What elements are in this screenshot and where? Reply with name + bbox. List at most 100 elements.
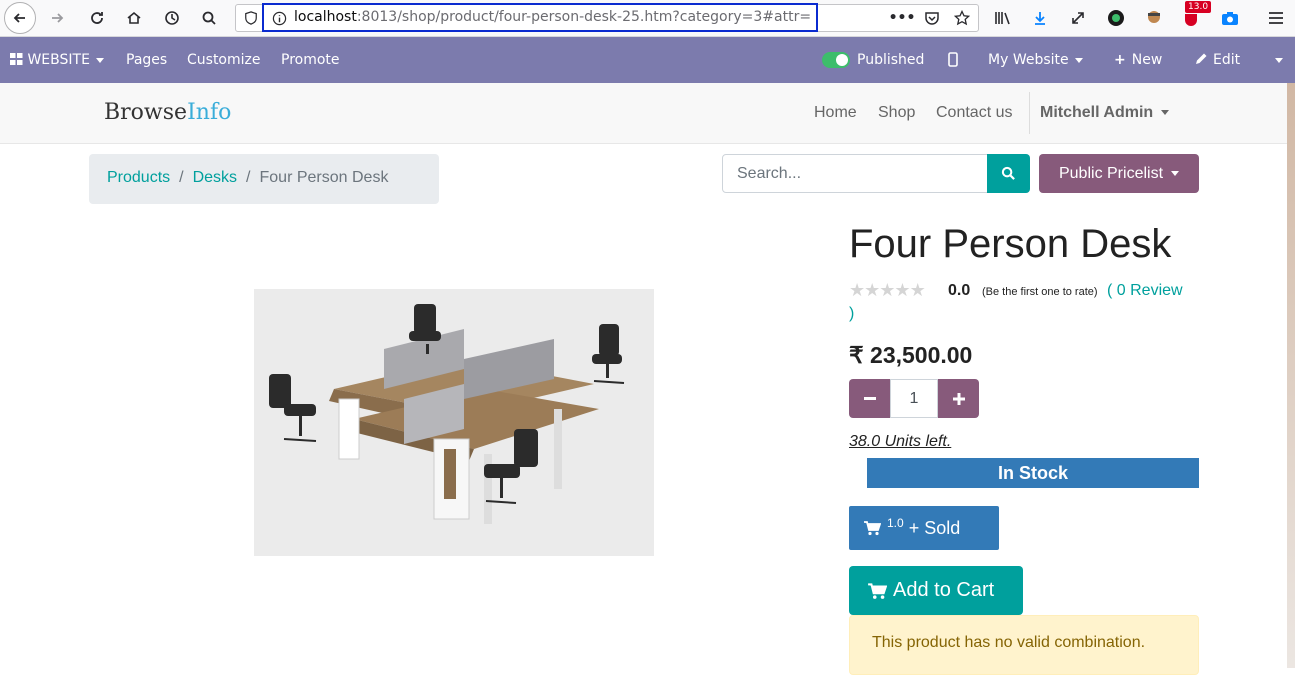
search-icon (1001, 166, 1015, 180)
pages-menu[interactable]: Pages (126, 52, 167, 68)
published-label[interactable]: Published (857, 52, 924, 68)
pencil-icon (1196, 53, 1207, 64)
extension-dark-icon[interactable] (1105, 8, 1127, 28)
extension-badge: 13.0 (1185, 1, 1212, 13)
browser-toolbar: localhost:8013/shop/product/four-person-… (0, 0, 1295, 37)
expand-icon[interactable] (1067, 8, 1089, 28)
breadcrumb-desks[interactable]: Desks (193, 169, 237, 186)
site-logo[interactable]: BrowseInfo (104, 100, 231, 125)
star-icon: ★ (849, 280, 865, 301)
plus-icon: + (1114, 52, 1126, 68)
back-arrow-icon (13, 13, 25, 23)
url-text[interactable]: localhost:8013/shop/product/four-person-… (294, 9, 811, 25)
stock-status-label: In Stock (997, 462, 1068, 483)
extension-avatar-icon[interactable] (1143, 8, 1165, 28)
sold-label: + Sold (908, 517, 961, 538)
star-icon: ★ (909, 280, 926, 301)
odoo-website-bar: WEBSITE Pages Customize Promote Publishe… (0, 37, 1295, 83)
star-icon: ★ (864, 280, 880, 301)
user-menu[interactable]: Mitchell Admin (1040, 104, 1170, 122)
customize-menu[interactable]: Customize (187, 52, 261, 68)
search-button[interactable] (987, 154, 1030, 193)
product-image[interactable] (254, 289, 654, 556)
edit-button[interactable]: Edit (1195, 52, 1240, 68)
home-button[interactable] (119, 4, 149, 32)
nav-contact[interactable]: Contact us (936, 104, 1012, 122)
shield-icon[interactable] (240, 8, 262, 28)
no-combination-alert: This product has no valid combination. (849, 615, 1199, 675)
chevron-down-icon (95, 57, 104, 63)
back-button[interactable] (4, 2, 36, 34)
reload-icon (91, 12, 103, 24)
cart-icon (864, 521, 881, 536)
forward-arrow-icon (52, 13, 64, 23)
info-icon[interactable] (268, 8, 290, 28)
nav-home[interactable]: Home (814, 104, 857, 122)
breadcrumb: Products / Desks / Four Person Desk (89, 154, 439, 204)
new-label: New (1131, 52, 1163, 68)
history-button[interactable] (157, 4, 187, 32)
options-menu[interactable] (1269, 52, 1283, 68)
product-title: Four Person Desk (849, 222, 1172, 266)
add-to-cart-button[interactable]: Add to Cart (849, 566, 1023, 615)
quantity-input[interactable] (890, 379, 938, 418)
mobile-icon (948, 52, 958, 67)
library-icon[interactable] (992, 8, 1014, 28)
review-link[interactable]: ( 0 Review (1107, 282, 1183, 300)
mobile-preview-button[interactable] (948, 52, 958, 71)
chevron-down-icon (1171, 171, 1180, 176)
pricelist-label: Public Pricelist (1058, 164, 1164, 182)
star-icon: ★ (894, 280, 910, 301)
new-button[interactable]: + New (1114, 52, 1162, 68)
review-link-close[interactable]: ) (849, 305, 854, 323)
sold-count: 1.0 (887, 516, 904, 530)
minus-icon (863, 396, 876, 400)
add-to-cart-label: Add to Cart (893, 579, 995, 601)
logo-accent-text: Info (187, 100, 232, 125)
sold-button[interactable]: 1.0 + Sold (849, 506, 999, 550)
url-path: :8013/shop/product/four-person-desk-25.h… (356, 9, 812, 25)
website-menu-label: WEBSITE (27, 52, 90, 68)
hamburger-menu-icon[interactable] (1265, 8, 1287, 28)
breadcrumb-separator: / (246, 169, 251, 186)
promote-menu[interactable]: Promote (281, 52, 340, 68)
breadcrumb-products[interactable]: Products (107, 169, 170, 186)
my-website-label: My Website (988, 52, 1069, 68)
website-menu[interactable]: WEBSITE (10, 52, 104, 68)
reload-button[interactable] (82, 4, 112, 32)
home-icon (127, 11, 141, 24)
stock-status-bar: In Stock (867, 458, 1199, 488)
chevron-down-icon (1275, 57, 1283, 63)
bookmark-star-icon[interactable] (951, 8, 973, 28)
camera-icon[interactable] (1219, 8, 1241, 28)
search-input[interactable] (722, 154, 988, 193)
user-name: Mitchell Admin (1040, 104, 1154, 121)
rating-note: (Be the first one to rate) (982, 286, 1098, 298)
alert-text: This product has no valid combination. (872, 634, 1146, 651)
pricelist-dropdown[interactable]: Public Pricelist (1039, 154, 1199, 193)
quantity-decrease-button[interactable] (849, 379, 890, 418)
url-host: localhost (294, 9, 357, 25)
scroll-track (1287, 83, 1295, 668)
product-price: ₹ 23,500.00 (849, 342, 973, 368)
edit-label: Edit (1213, 52, 1241, 68)
units-left-text: 38.0 Units left. (849, 433, 952, 450)
pocket-icon[interactable] (921, 8, 943, 28)
download-icon[interactable] (1029, 8, 1051, 28)
published-toggle[interactable] (822, 52, 850, 68)
star-icon: ★ (879, 280, 895, 301)
chevron-down-icon (1074, 57, 1083, 63)
nav-divider (1029, 92, 1030, 134)
rating-stars[interactable]: ★★★★★ (849, 280, 926, 301)
search-toolbar-button[interactable] (194, 4, 224, 32)
forward-button[interactable] (42, 4, 72, 32)
nav-shop[interactable]: Shop (878, 104, 915, 122)
my-website-menu[interactable]: My Website (988, 52, 1083, 68)
rating-value: 0.0 (948, 282, 971, 299)
clock-icon (165, 11, 179, 25)
more-actions-icon[interactable]: ••• (889, 8, 916, 28)
logo-main-text: Browse (104, 100, 188, 125)
plus-icon (952, 392, 965, 405)
desk-illustration (254, 289, 654, 556)
quantity-increase-button[interactable] (938, 379, 979, 418)
